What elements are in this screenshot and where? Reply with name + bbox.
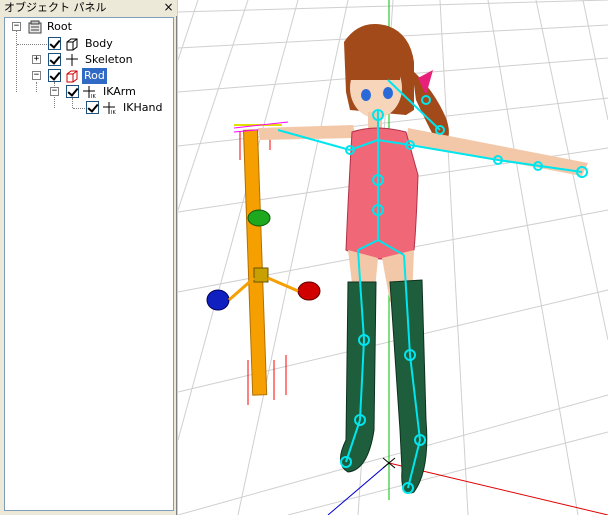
tree-item-label: Rod: [82, 68, 107, 84]
root-folder-icon: [28, 20, 42, 34]
collapse-toggle[interactable]: −: [12, 22, 21, 31]
visibility-checkbox[interactable]: [66, 85, 79, 98]
tree-item-label: IKHand: [123, 101, 163, 114]
tree-item-label: Body: [85, 37, 113, 50]
visibility-checkbox[interactable]: [86, 101, 99, 114]
expand-toggle[interactable]: +: [32, 55, 41, 64]
object-tree[interactable]: − Root Body + Skeleton − Rod − IK IKArm …: [4, 17, 174, 511]
visibility-checkbox[interactable]: [48, 53, 61, 66]
collapse-toggle[interactable]: −: [50, 87, 59, 96]
tree-item-root[interactable]: − Root: [5, 19, 170, 35]
panel-header: オブジェクト パネル ×: [0, 0, 177, 16]
svg-text:IK: IK: [111, 110, 116, 116]
tree-item-label: Root: [47, 20, 72, 33]
viewport-scene: [178, 0, 608, 515]
ik-bone-icon: IK: [83, 86, 96, 100]
mesh-cube-icon: [66, 38, 78, 51]
tree-item-label: Skeleton: [85, 53, 133, 66]
close-button[interactable]: ×: [162, 1, 175, 14]
tree-item-body[interactable]: Body: [5, 36, 170, 52]
visibility-checkbox[interactable]: [48, 37, 61, 50]
tree-item-label: IKArm: [103, 85, 136, 98]
visibility-checkbox[interactable]: [48, 69, 61, 82]
tree-item-rod[interactable]: − Rod: [5, 68, 170, 84]
ik-bone-icon: IK: [103, 102, 116, 116]
tree-item-ikhand[interactable]: IK IKHand: [5, 100, 170, 116]
mesh-cube-icon: [66, 70, 78, 83]
tree-item-ikarm[interactable]: − IK IKArm: [5, 84, 170, 100]
character-model: [258, 24, 588, 494]
panel-title: オブジェクト パネル: [4, 1, 107, 14]
object-panel: オブジェクト パネル × − Root Body + Skeleton − Ro…: [0, 0, 177, 515]
skeleton-cross-icon: [66, 54, 78, 66]
3d-viewport[interactable]: [178, 0, 608, 515]
collapse-toggle[interactable]: −: [32, 71, 41, 80]
tree-item-skeleton[interactable]: + Skeleton: [5, 52, 170, 68]
